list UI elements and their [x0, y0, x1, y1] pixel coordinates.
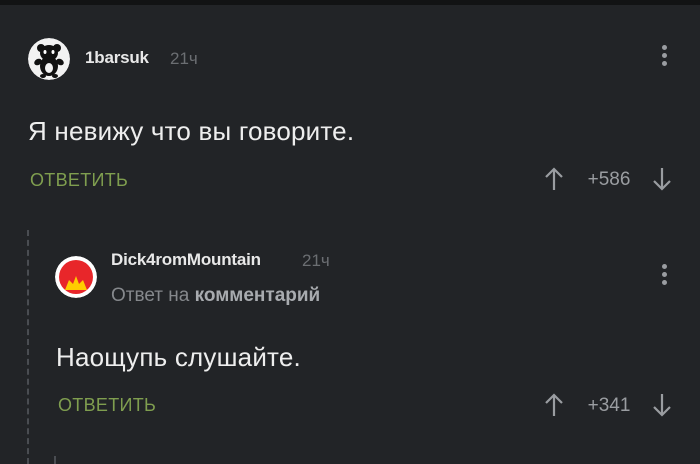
comment-text: Я невижу что вы говорите.: [28, 116, 355, 146]
rating: +586: [587, 169, 631, 190]
reply-to-prefix: Ответ на: [111, 285, 190, 306]
arrow-up-icon[interactable]: [543, 166, 565, 192]
reply-to-line: Ответ на комментарий: [111, 285, 320, 307]
reply-button[interactable]: ОТВЕТИТЬ: [30, 170, 128, 191]
arrow-down-icon[interactable]: [651, 166, 673, 192]
comment: 1barsuk 21ч Я невижу что вы говорите. ОТ…: [0, 0, 700, 220]
avatar[interactable]: [28, 38, 70, 80]
avatar[interactable]: [55, 256, 97, 298]
comment-text: Наощупь слушайте.: [56, 342, 301, 372]
username[interactable]: Dick4romMountain: [111, 250, 261, 270]
bear-avatar-icon: [28, 38, 70, 80]
arrow-up-icon[interactable]: [543, 392, 565, 418]
reply-button[interactable]: ОТВЕТИТЬ: [58, 395, 156, 416]
rating: +341: [587, 395, 631, 416]
arrow-down-icon[interactable]: [651, 392, 673, 418]
reply-to-link[interactable]: комментарий: [195, 285, 321, 306]
timestamp: 21ч: [170, 49, 198, 68]
username[interactable]: 1barsuk: [85, 48, 149, 68]
comment-reply: Dick4romMountain 21ч Ответ на комментари…: [0, 220, 700, 464]
timestamp: 21ч: [302, 251, 330, 270]
more-vertical-icon[interactable]: [659, 45, 669, 75]
flame-avatar-icon: [55, 256, 97, 298]
more-vertical-icon[interactable]: [659, 264, 669, 294]
